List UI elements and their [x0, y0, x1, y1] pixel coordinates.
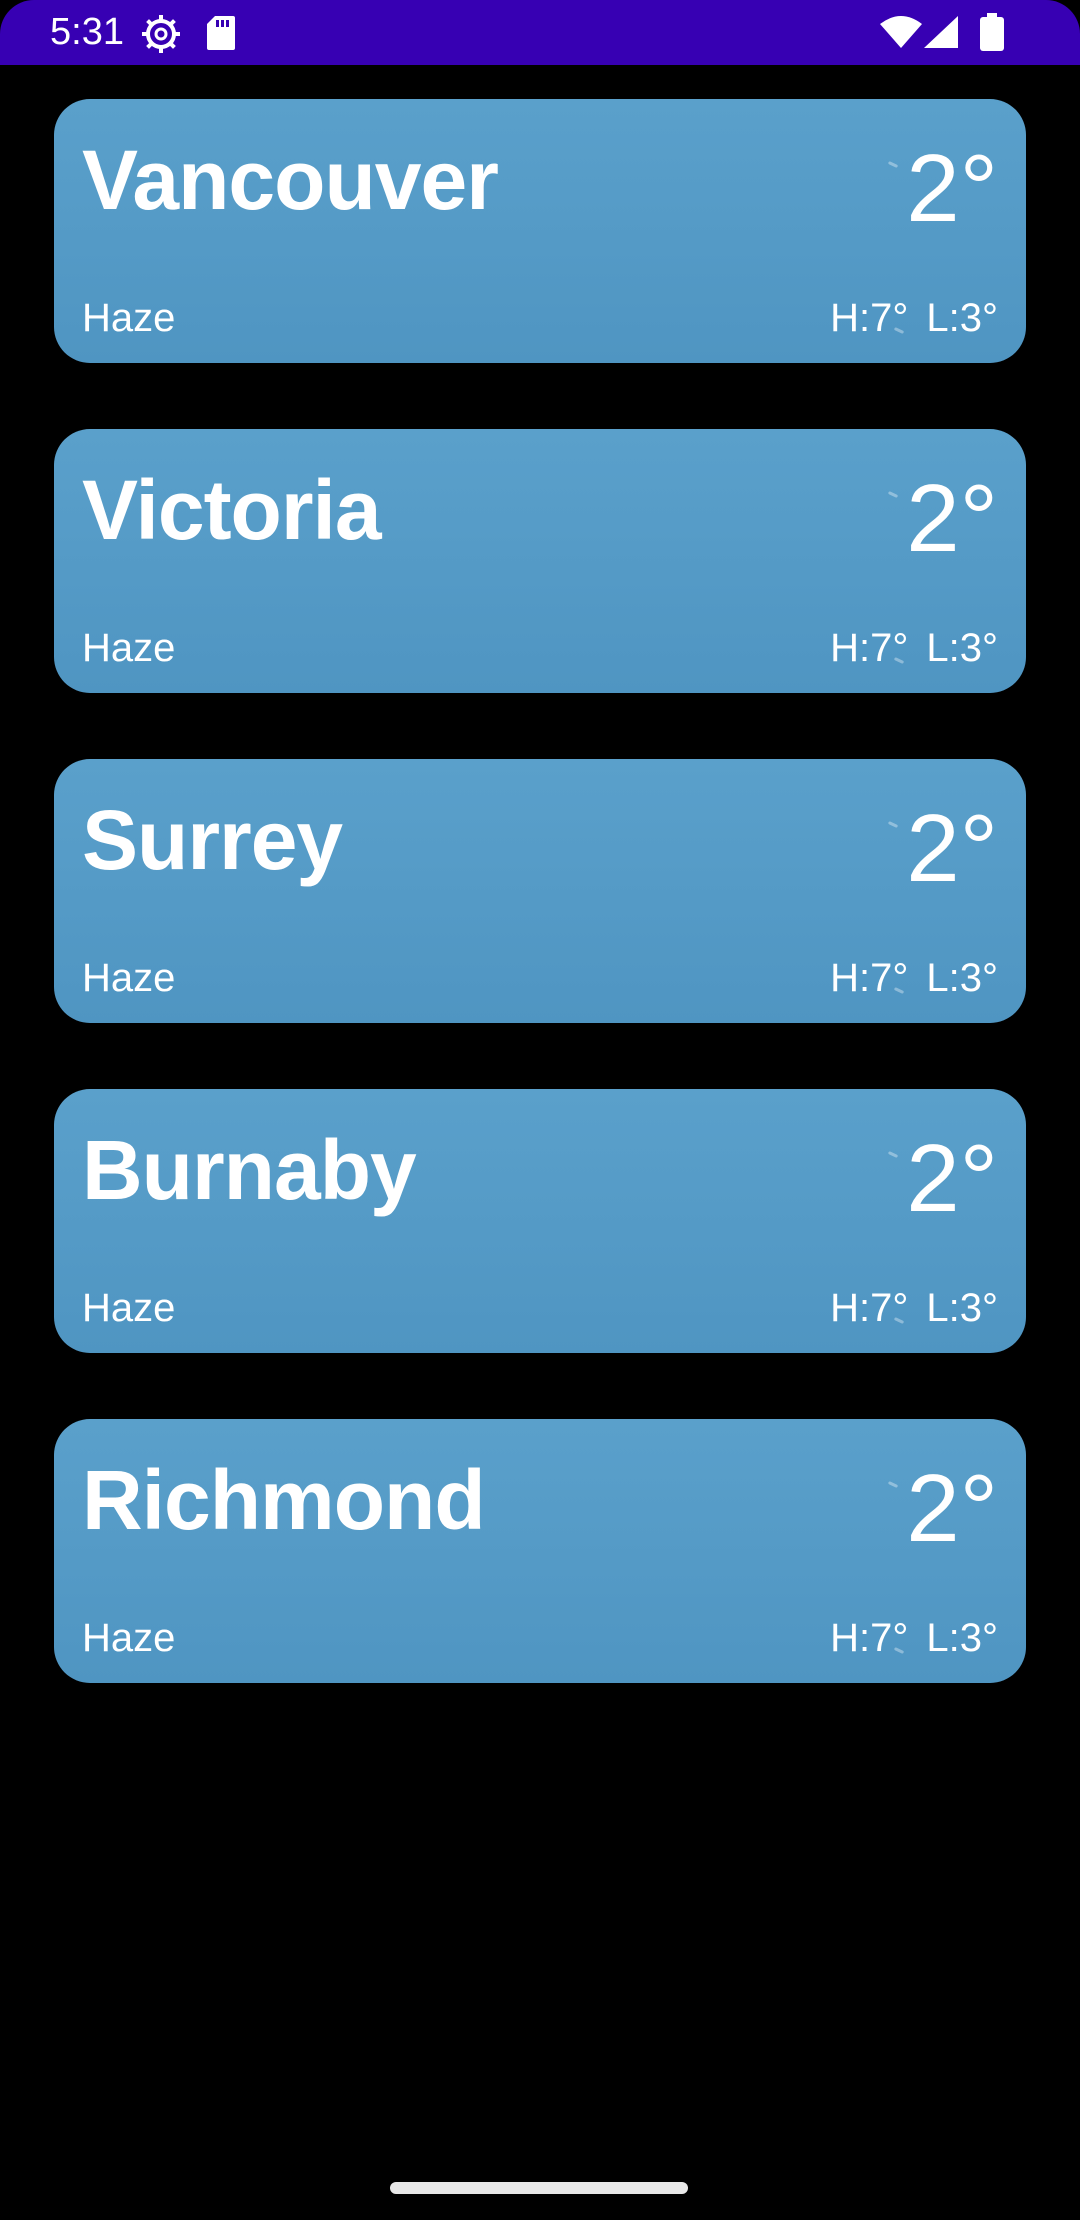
high-temperature: H:7° [830, 296, 909, 340]
city-name: Burnaby [82, 1123, 417, 1217]
high-temperature: H:7° [830, 956, 909, 1000]
home-indicator[interactable] [390, 2182, 688, 2194]
wifi-icon [880, 16, 922, 48]
weather-condition: Haze [82, 626, 176, 670]
high-low-temperature: H:7° L:3° [830, 625, 998, 671]
city-name: Vancouver [82, 133, 499, 227]
high-low-temperature: H:7° L:3° [830, 1615, 998, 1661]
weather-condition: Haze [82, 296, 176, 340]
high-temperature: H:7° [830, 1286, 909, 1330]
status-time: 5:31 [50, 11, 124, 53]
rain-streak [887, 491, 899, 498]
current-temperature: 2° [906, 1125, 998, 1232]
high-low-temperature: H:7° L:3° [830, 295, 998, 341]
low-temperature: L:3° [926, 1616, 998, 1660]
rain-streak [887, 1481, 899, 1488]
city-name: Victoria [82, 463, 382, 557]
high-low-temperature: H:7° L:3° [830, 1285, 998, 1331]
current-temperature: 2° [906, 465, 998, 572]
battery-icon [980, 13, 1004, 51]
low-temperature: L:3° [926, 956, 998, 1000]
city-card-vancouver[interactable]: Vancouver 2° Haze H:7° L:3° [54, 99, 1026, 363]
weather-condition: Haze [82, 956, 176, 1000]
weather-condition: Haze [82, 1616, 176, 1660]
city-card-richmond[interactable]: Richmond 2° Haze H:7° L:3° [54, 1419, 1026, 1683]
low-temperature: L:3° [926, 1286, 998, 1330]
status-bar: 5:31 [0, 0, 1080, 65]
city-name: Richmond [82, 1453, 486, 1547]
signal-icon [924, 16, 958, 48]
weather-app-screen: 5:31 Vancouver 2° Haze H:7° L:3° Victori… [0, 0, 1080, 2220]
high-temperature: H:7° [830, 626, 909, 670]
sd-card-icon [207, 16, 235, 50]
current-temperature: 2° [906, 135, 998, 242]
city-name: Surrey [82, 793, 343, 887]
city-list: Vancouver 2° Haze H:7° L:3° Victoria 2° H… [54, 99, 1026, 1749]
high-low-temperature: H:7° L:3° [830, 955, 998, 1001]
city-card-burnaby[interactable]: Burnaby 2° Haze H:7° L:3° [54, 1089, 1026, 1353]
current-temperature: 2° [906, 1455, 998, 1562]
current-temperature: 2° [906, 795, 998, 902]
low-temperature: L:3° [926, 296, 998, 340]
rain-streak [887, 1151, 899, 1158]
high-temperature: H:7° [830, 1616, 909, 1660]
gear-icon [142, 15, 180, 53]
city-card-victoria[interactable]: Victoria 2° Haze H:7° L:3° [54, 429, 1026, 693]
low-temperature: L:3° [926, 626, 998, 670]
rain-streak [887, 161, 899, 168]
city-card-surrey[interactable]: Surrey 2° Haze H:7° L:3° [54, 759, 1026, 1023]
rain-streak [887, 821, 899, 828]
weather-condition: Haze [82, 1286, 176, 1330]
